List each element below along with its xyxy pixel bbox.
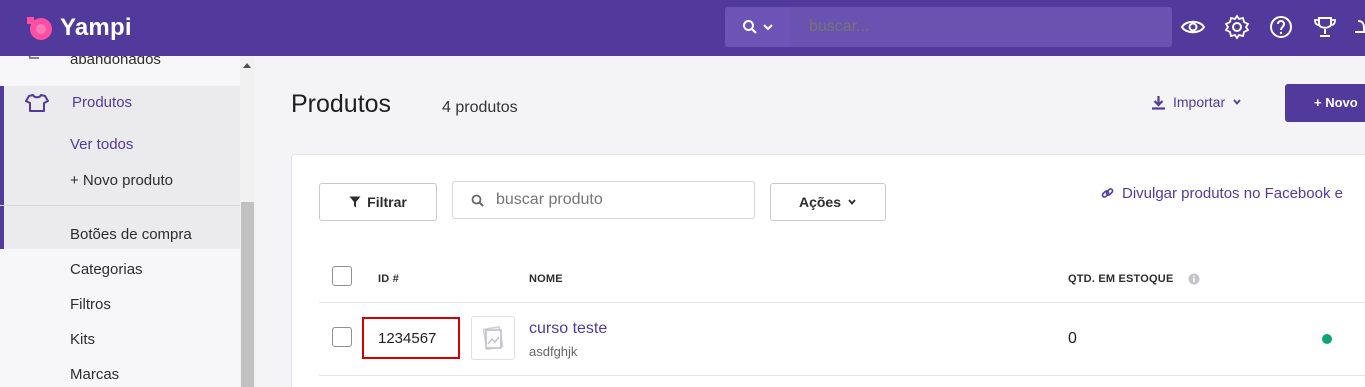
search-scope-toggle[interactable] bbox=[725, 7, 791, 47]
sidebar-item-ver-todos[interactable]: Ver todos bbox=[70, 136, 133, 153]
chevron-down-icon bbox=[1233, 99, 1241, 105]
product-count: 4 produtos bbox=[442, 99, 518, 116]
product-name-link[interactable]: curso teste bbox=[529, 320, 607, 338]
filter-button[interactable]: Filtrar bbox=[319, 183, 437, 221]
cart-icon bbox=[28, 56, 39, 59]
gear-icon[interactable] bbox=[1224, 14, 1250, 40]
info-icon[interactable] bbox=[1188, 273, 1200, 285]
chevron-down-icon bbox=[848, 199, 856, 205]
table-header-divider bbox=[319, 302, 1365, 303]
sidebar-item-marcas[interactable]: Marcas bbox=[70, 366, 119, 383]
trophy-icon[interactable] bbox=[1312, 14, 1338, 40]
product-id-cell: 1234567 bbox=[362, 317, 460, 359]
page-title: Produtos bbox=[291, 90, 392, 118]
global-search-input[interactable] bbox=[791, 7, 1172, 47]
scroll-up-arrow-icon[interactable] bbox=[243, 63, 251, 68]
sidebar-item-abandonados[interactable]: abandonados bbox=[70, 56, 161, 68]
column-header-nome[interactable]: NOME bbox=[529, 273, 563, 285]
sidebar-item-filtros[interactable]: Filtros bbox=[70, 296, 111, 313]
search-icon bbox=[743, 20, 757, 34]
column-header-qtd-estoque[interactable]: QTD. EM ESTOQUE bbox=[1068, 273, 1173, 285]
product-status-indicator bbox=[1322, 334, 1332, 344]
select-all-checkbox[interactable] bbox=[332, 266, 352, 286]
facebook-promote-label: Divulgar produtos no Facebook e bbox=[1122, 185, 1343, 202]
column-header-id[interactable]: ID # bbox=[378, 273, 399, 285]
import-button[interactable]: Importar bbox=[1151, 94, 1242, 110]
import-label: Importar bbox=[1173, 94, 1226, 110]
sidebar: abandonados Produtos Ver todos + Novo pr… bbox=[0, 56, 255, 387]
tshirt-icon bbox=[25, 94, 49, 112]
help-icon[interactable] bbox=[1268, 14, 1294, 40]
brand-logo[interactable]: Yampi bbox=[24, 14, 132, 42]
top-header: Yampi bbox=[0, 0, 1365, 56]
product-stock-qty: 0 bbox=[1068, 330, 1077, 347]
actions-label: Ações bbox=[798, 194, 842, 210]
table-row-divider bbox=[319, 375, 1365, 376]
sidebar-item-produtos[interactable]: Produtos bbox=[72, 94, 132, 111]
link-icon bbox=[1101, 188, 1114, 198]
brand-name: Yampi bbox=[60, 14, 132, 41]
filter-label: Filtrar bbox=[367, 194, 407, 210]
sidebar-divider bbox=[0, 205, 240, 206]
new-product-button[interactable]: + Novo bbox=[1285, 84, 1365, 122]
facebook-promote-link[interactable]: Divulgar produtos no Facebook e bbox=[1101, 185, 1343, 202]
product-thumbnail[interactable] bbox=[471, 316, 515, 360]
row-checkbox[interactable] bbox=[332, 327, 352, 347]
sidebar-item-novo-produto[interactable]: + Novo produto bbox=[70, 172, 173, 189]
download-icon bbox=[1152, 95, 1165, 110]
sidebar-scroll-thumb[interactable] bbox=[241, 202, 254, 387]
actions-dropdown[interactable]: Ações bbox=[770, 183, 886, 221]
search-icon bbox=[471, 194, 484, 207]
sidebar-item-categorias[interactable]: Categorias bbox=[70, 261, 143, 278]
product-search-field[interactable] bbox=[452, 181, 755, 219]
product-search-input[interactable] bbox=[496, 191, 736, 209]
filter-icon bbox=[349, 196, 361, 208]
eye-icon[interactable] bbox=[1180, 14, 1206, 40]
chevron-down-icon bbox=[763, 24, 773, 31]
image-placeholder-icon bbox=[482, 325, 504, 351]
yampi-logo-icon bbox=[27, 17, 52, 40]
notification-bell-icon[interactable] bbox=[1354, 14, 1365, 40]
product-sku: asdfghjk bbox=[529, 344, 578, 359]
sidebar-item-kits[interactable]: Kits bbox=[70, 331, 95, 348]
sidebar-item-botoes-de-compra[interactable]: Botões de compra bbox=[70, 226, 192, 243]
